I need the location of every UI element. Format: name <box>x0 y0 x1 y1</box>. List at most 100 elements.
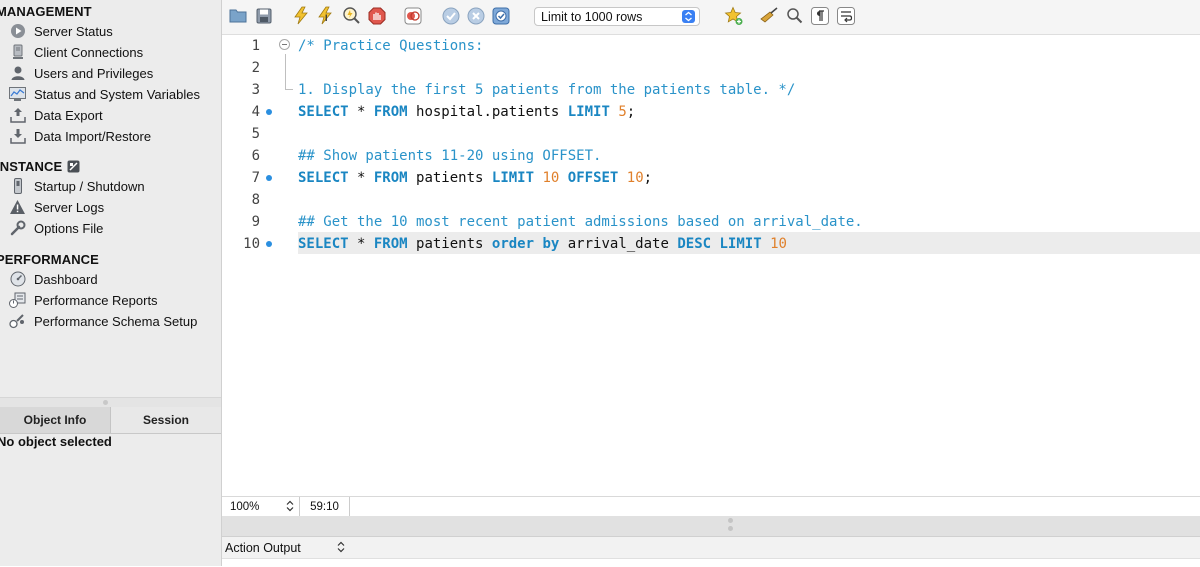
sidebar-item-status-variables[interactable]: Status and System Variables <box>9 84 200 104</box>
chevron-updown-icon[interactable] <box>337 541 345 556</box>
code-token: 10 <box>542 170 560 186</box>
code-line[interactable]: 2 <box>222 57 1200 79</box>
save-icon <box>256 8 272 27</box>
save-button[interactable] <box>254 7 274 27</box>
code-token: FROM <box>373 236 408 252</box>
toggle-word-wrap-button[interactable] <box>836 6 856 27</box>
sidebar-item-data-export[interactable]: Data Export <box>9 105 103 125</box>
line-number: 5 <box>251 126 260 142</box>
splitter-handle-dot <box>728 518 733 523</box>
sidebar-item-label: Status and System Variables <box>34 86 200 102</box>
code-line[interactable]: 1 /* Practice Questions: <box>222 35 1200 57</box>
sidebar-item-label: Data Import/Restore <box>34 128 152 144</box>
sidebar-tabs: Object Info Session <box>0 407 221 434</box>
code-line[interactable]: 5 <box>222 123 1200 145</box>
sidebar-item-startup-shutdown[interactable]: Startup / Shutdown <box>9 176 145 196</box>
code-token: hospital.patients <box>407 104 568 120</box>
code-token: DESC <box>677 236 712 252</box>
toggle-stop-on-error-button[interactable] <box>403 7 423 27</box>
line-number: 4 <box>251 104 260 120</box>
cursor-position: 59:10 <box>300 497 350 516</box>
code-line[interactable]: 7 SELECT * FROM patients LIMIT 10 OFFSET … <box>222 167 1200 189</box>
tab-session[interactable]: Session <box>111 407 221 433</box>
zoom-value: 100% <box>230 500 260 513</box>
autocommit-toggle-button[interactable] <box>491 7 511 27</box>
code-token: ## Show patients 11-20 using OFFSET. <box>298 148 602 164</box>
beautify-button[interactable] <box>759 6 779 27</box>
statement-marker-icon[interactable] <box>266 241 272 247</box>
sidebar-item-users-and-privileges[interactable]: Users and Privileges <box>9 63 153 83</box>
rollback-button[interactable] <box>466 7 486 27</box>
open-file-button[interactable] <box>228 7 248 27</box>
commit-button[interactable] <box>441 7 461 27</box>
sidebar-item-label: Data Export <box>34 107 103 123</box>
search-icon <box>786 7 803 27</box>
code-text: ## Get the 10 most recent patient admiss… <box>298 211 863 233</box>
output-type-select[interactable]: Action Output <box>222 541 301 555</box>
reports-icon <box>9 292 26 309</box>
zoom-select[interactable]: 100% <box>222 497 300 516</box>
code-token: SELECT <box>298 170 349 186</box>
stop-execution-button[interactable] <box>367 7 387 27</box>
rollback-x-icon <box>467 7 485 28</box>
output-splitter[interactable] <box>222 516 1200 536</box>
sidebar-item-label: Startup / Shutdown <box>34 178 145 194</box>
sidebar-item-dashboard[interactable]: Dashboard <box>9 269 98 289</box>
limit-rows-value: Limit to 1000 rows <box>541 9 643 24</box>
code-text: SELECT * FROM hospital.patients LIMIT 5; <box>298 101 635 123</box>
execute-all-button[interactable] <box>291 6 311 27</box>
sidebar-item-server-status[interactable]: Server Status <box>9 21 113 41</box>
line-number: 1 <box>251 38 260 54</box>
code-line[interactable]: 8 <box>222 189 1200 211</box>
execute-current-button[interactable]: I <box>316 6 336 28</box>
statement-marker-icon[interactable] <box>266 175 272 181</box>
autocommit-icon <box>492 7 510 28</box>
code-token: patients <box>407 170 492 186</box>
sql-editor[interactable]: 1 /* Practice Questions: 2 3 1. Display the … <box>222 35 1200 496</box>
lightning-cursor-icon: I <box>317 6 335 28</box>
sidebar-item-data-import[interactable]: Data Import/Restore <box>9 126 151 146</box>
section-title-performance: PERFORMANCE <box>0 252 99 267</box>
code-token: ; <box>643 170 653 186</box>
monitor-chart-icon <box>9 86 26 103</box>
sidebar-item-performance-reports[interactable]: Performance Reports <box>9 290 158 310</box>
tab-object-info[interactable]: Object Info <box>0 407 111 433</box>
star-plus-icon <box>724 6 744 29</box>
instance-status-icon <box>67 160 80 173</box>
line-number: 3 <box>251 82 260 98</box>
code-token: FROM <box>373 170 408 186</box>
sidebar-item-label: Users and Privileges <box>34 65 154 81</box>
folder-icon <box>229 8 247 26</box>
code-token: * <box>348 104 374 120</box>
code-token: * <box>348 236 374 252</box>
user-icon <box>9 65 26 82</box>
toggle-invisible-chars-button[interactable] <box>810 6 830 27</box>
code-line[interactable]: 10 SELECT * FROM patients order by arriva… <box>222 233 1200 255</box>
find-button[interactable] <box>784 7 804 27</box>
splitter-handle-dot <box>103 400 108 405</box>
sidebar-item-options-file[interactable]: Options File <box>9 218 103 238</box>
code-line[interactable]: 4 SELECT * FROM hospital.patients LIMIT 5… <box>222 101 1200 123</box>
dashboard-icon <box>9 271 26 288</box>
code-line[interactable]: 3 1. Display the first 5 patients from th… <box>222 79 1200 101</box>
code-token: patients <box>407 236 492 252</box>
sidebar-item-client-connections[interactable]: Client Connections <box>9 42 143 62</box>
sidebar-item-server-logs[interactable]: Server Logs <box>9 197 104 217</box>
statement-marker-icon[interactable] <box>266 109 272 115</box>
sidebar-item-label: Server Logs <box>34 199 105 215</box>
stop-icon <box>368 7 386 28</box>
sidebar-item-schema-setup[interactable]: Performance Schema Setup <box>9 311 197 331</box>
code-token: /* Practice Questions: <box>298 38 484 54</box>
code-token: ## Get the 10 most recent patient admiss… <box>298 214 863 230</box>
explain-button[interactable] <box>341 7 361 27</box>
chevron-updown-icon <box>682 10 695 23</box>
limit-rows-select[interactable]: Limit to 1000 rows <box>534 7 700 26</box>
code-text: 1. Display the first 5 patients from the… <box>298 79 795 101</box>
add-snippet-button[interactable] <box>724 6 744 29</box>
code-token: SELECT <box>298 236 349 252</box>
code-token: 10 <box>770 236 787 252</box>
line-number: 8 <box>251 192 260 208</box>
code-line[interactable]: 9 ## Get the 10 most recent patient admis… <box>222 211 1200 233</box>
code-token: LIMIT <box>719 236 762 252</box>
code-line[interactable]: 6 ## Show patients 11-20 using OFFSET. <box>222 145 1200 167</box>
